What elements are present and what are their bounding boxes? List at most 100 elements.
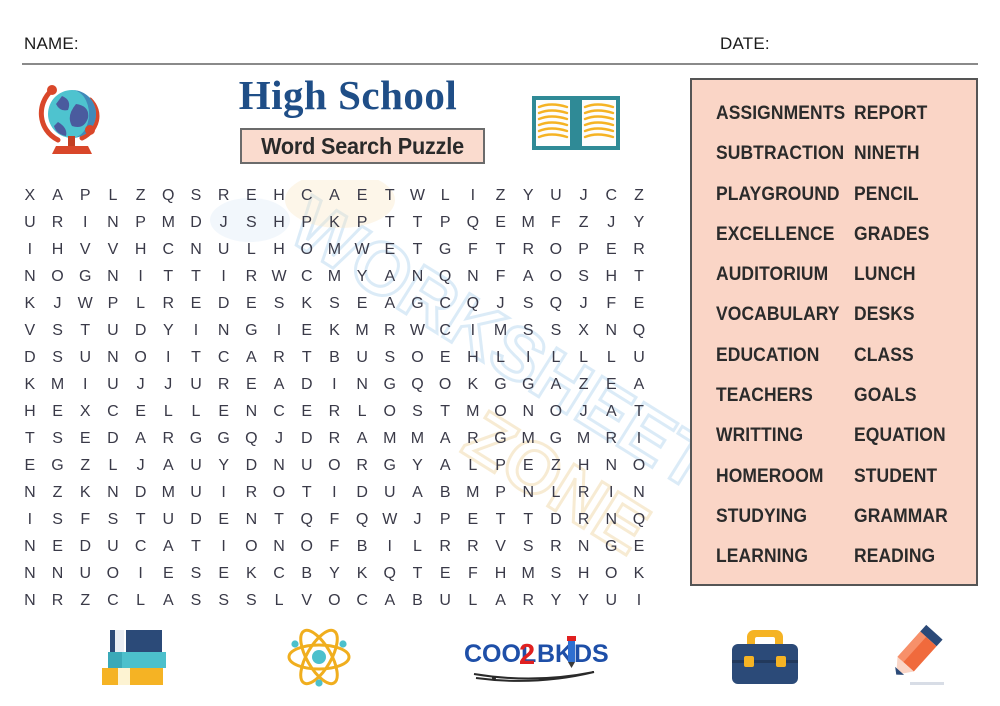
grid-cell[interactable]: Q xyxy=(238,425,266,452)
word-list-item[interactable]: GRADES xyxy=(854,215,953,255)
word-list-item[interactable]: HOMEROOM xyxy=(716,457,843,497)
grid-cell[interactable]: N xyxy=(16,263,44,290)
grid-cell[interactable]: O xyxy=(99,560,127,587)
grid-cell[interactable]: A xyxy=(348,425,376,452)
word-list-item[interactable]: ASSIGNMENTS xyxy=(716,94,845,134)
grid-cell[interactable]: Z xyxy=(570,371,598,398)
grid-cell[interactable]: Q xyxy=(459,209,487,236)
grid-cell[interactable]: E xyxy=(71,425,99,452)
grid-cell[interactable]: U xyxy=(182,479,210,506)
grid-cell[interactable]: X xyxy=(71,398,99,425)
grid-cell[interactable]: K xyxy=(16,371,44,398)
grid-cell[interactable]: C xyxy=(293,263,321,290)
grid-cell[interactable]: T xyxy=(514,506,542,533)
grid-cell[interactable]: O xyxy=(376,398,404,425)
grid-cell[interactable]: Y xyxy=(570,587,598,614)
grid-cell[interactable]: N xyxy=(16,587,44,614)
grid-cell[interactable]: A xyxy=(321,182,349,209)
grid-cell[interactable]: I xyxy=(127,560,155,587)
grid-cell[interactable]: U xyxy=(182,452,210,479)
grid-cell[interactable]: N xyxy=(514,479,542,506)
grid-cell[interactable]: R xyxy=(542,533,570,560)
grid-cell[interactable]: C xyxy=(431,290,459,317)
grid-cell[interactable]: N xyxy=(570,533,598,560)
word-list-item[interactable]: LEARNING xyxy=(716,537,843,577)
grid-cell[interactable]: I xyxy=(625,425,653,452)
grid-cell[interactable]: S xyxy=(44,506,72,533)
grid-cell[interactable]: Z xyxy=(127,182,155,209)
grid-cell[interactable]: D xyxy=(542,506,570,533)
word-list-item[interactable]: VOCABULARY xyxy=(716,295,843,335)
grid-cell[interactable]: M xyxy=(321,263,349,290)
grid-cell[interactable]: Q xyxy=(459,290,487,317)
grid-cell[interactable]: V xyxy=(293,587,321,614)
grid-cell[interactable]: R xyxy=(459,425,487,452)
grid-cell[interactable]: Y xyxy=(210,452,238,479)
grid-cell[interactable]: H xyxy=(487,560,515,587)
word-list-item[interactable]: GOALS xyxy=(854,376,953,416)
grid-cell[interactable]: Y xyxy=(542,587,570,614)
grid-cell[interactable]: N xyxy=(597,452,625,479)
grid-cell[interactable]: N xyxy=(16,533,44,560)
grid-cell[interactable]: G xyxy=(431,236,459,263)
grid-cell[interactable]: F xyxy=(321,533,349,560)
grid-cell[interactable]: F xyxy=(71,506,99,533)
grid-cell[interactable]: R xyxy=(44,587,72,614)
grid-cell[interactable]: N xyxy=(597,317,625,344)
grid-cell[interactable]: T xyxy=(293,344,321,371)
grid-cell[interactable]: J xyxy=(154,371,182,398)
grid-cell[interactable]: I xyxy=(210,479,238,506)
grid-cell[interactable]: C xyxy=(265,560,293,587)
word-list-item[interactable]: PLAYGROUND xyxy=(716,175,843,215)
grid-cell[interactable]: I xyxy=(321,371,349,398)
grid-cell[interactable]: G xyxy=(182,425,210,452)
grid-cell[interactable]: Q xyxy=(431,263,459,290)
word-list-item[interactable]: CLASS xyxy=(854,336,953,376)
grid-cell[interactable]: T xyxy=(404,236,432,263)
grid-cell[interactable]: N xyxy=(597,506,625,533)
grid-cell[interactable]: E xyxy=(431,560,459,587)
grid-cell[interactable]: R xyxy=(154,290,182,317)
grid-cell[interactable]: J xyxy=(570,398,598,425)
grid-cell[interactable]: M xyxy=(154,479,182,506)
grid-cell[interactable]: Z xyxy=(71,452,99,479)
grid-cell[interactable]: U xyxy=(16,209,44,236)
grid-cell[interactable]: E xyxy=(210,398,238,425)
grid-cell[interactable]: S xyxy=(99,506,127,533)
grid-cell[interactable]: N xyxy=(348,371,376,398)
grid-cell[interactable]: S xyxy=(542,560,570,587)
grid-cell[interactable]: N xyxy=(16,479,44,506)
grid-cell[interactable]: T xyxy=(182,263,210,290)
grid-cell[interactable]: U xyxy=(376,479,404,506)
word-list-item[interactable]: DESKS xyxy=(854,295,953,335)
grid-cell[interactable]: I xyxy=(210,263,238,290)
grid-cell[interactable]: R xyxy=(570,479,598,506)
grid-cell[interactable]: O xyxy=(431,371,459,398)
grid-cell[interactable]: T xyxy=(71,317,99,344)
grid-cell[interactable]: J xyxy=(487,290,515,317)
word-list-item[interactable]: EXCELLENCE xyxy=(716,215,843,255)
grid-cell[interactable]: C xyxy=(210,344,238,371)
grid-cell[interactable]: S xyxy=(542,317,570,344)
grid-cell[interactable]: A xyxy=(154,587,182,614)
grid-cell[interactable]: D xyxy=(182,209,210,236)
grid-cell[interactable]: F xyxy=(459,560,487,587)
grid-cell[interactable]: P xyxy=(431,209,459,236)
grid-cell[interactable]: I xyxy=(16,236,44,263)
grid-cell[interactable]: T xyxy=(625,263,653,290)
grid-cell[interactable]: A xyxy=(625,371,653,398)
grid-cell[interactable]: E xyxy=(597,236,625,263)
grid-cell[interactable]: R xyxy=(210,182,238,209)
grid-cell[interactable]: J xyxy=(597,209,625,236)
grid-cell[interactable]: A xyxy=(431,452,459,479)
word-list-item[interactable]: LUNCH xyxy=(854,255,953,295)
grid-cell[interactable]: R xyxy=(238,479,266,506)
grid-cell[interactable]: H xyxy=(459,344,487,371)
grid-cell[interactable]: H xyxy=(570,560,598,587)
grid-cell[interactable]: Y xyxy=(154,317,182,344)
grid-cell[interactable]: L xyxy=(154,398,182,425)
grid-cell[interactable]: L xyxy=(597,344,625,371)
grid-cell[interactable]: K xyxy=(238,560,266,587)
grid-cell[interactable]: I xyxy=(71,371,99,398)
grid-cell[interactable]: E xyxy=(293,317,321,344)
